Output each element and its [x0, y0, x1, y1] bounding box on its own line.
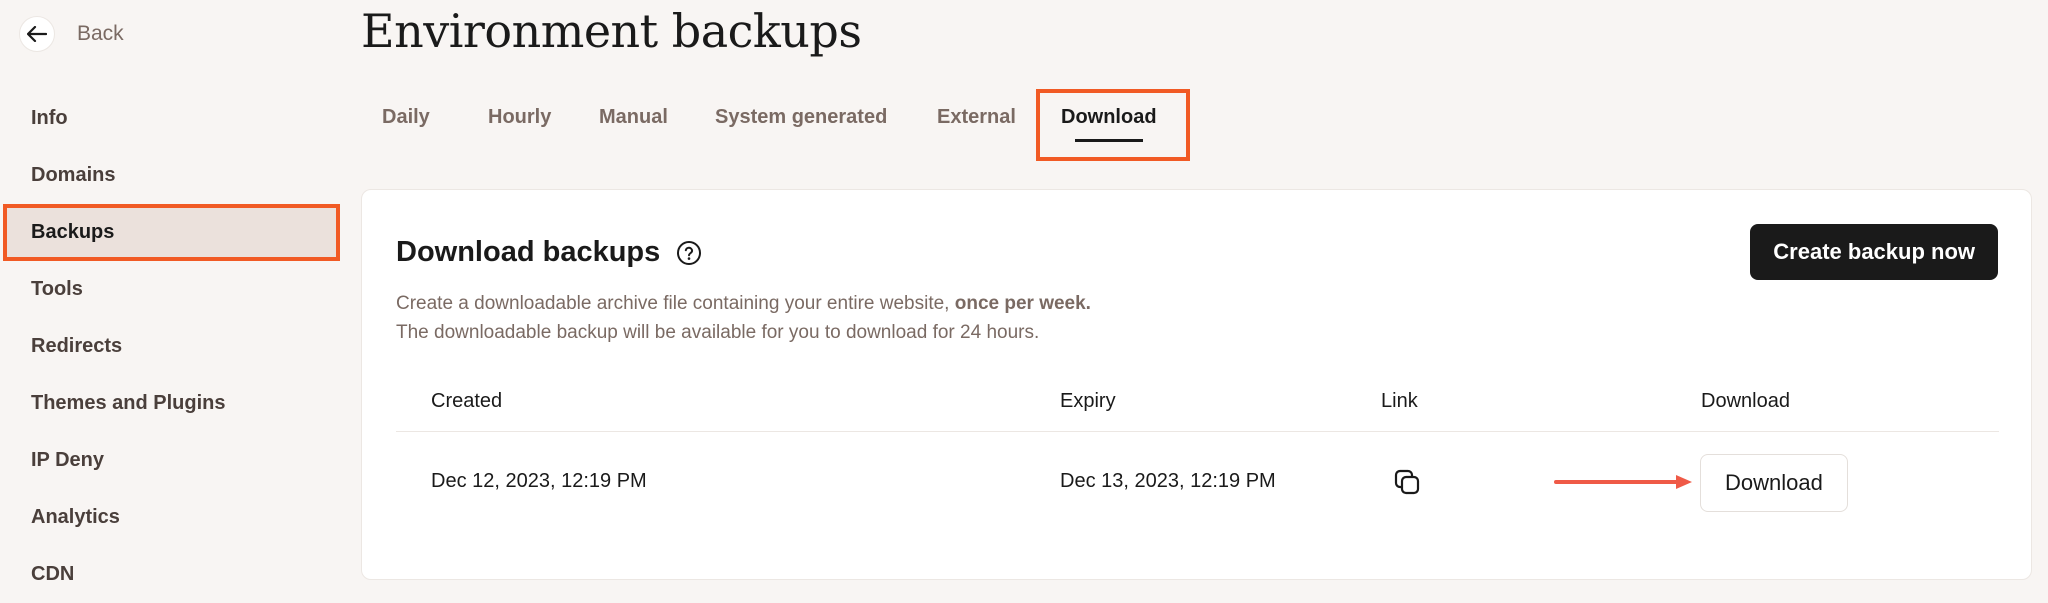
back-label: Back: [77, 22, 124, 45]
cell-created: Dec 12, 2023, 12:19 PM: [431, 470, 647, 492]
tab-hourly[interactable]: Hourly: [488, 89, 551, 161]
tab-system-generated[interactable]: System generated: [715, 89, 887, 161]
sidebar-item-domains[interactable]: Domains: [0, 147, 340, 204]
sidebar-item-info[interactable]: Info: [0, 90, 340, 147]
sidebar-item-tools[interactable]: Tools: [0, 261, 340, 318]
sidebar-item-themes-and-plugins[interactable]: Themes and Plugins: [0, 375, 340, 432]
card-title: Download backups: [396, 236, 702, 269]
column-header-created: Created: [431, 390, 503, 412]
sidebar-item-ip-deny[interactable]: IP Deny: [0, 432, 340, 489]
arrow-left-icon: [27, 26, 47, 42]
description-line-1-text: Create a downloadable archive file conta…: [396, 293, 950, 314]
card-title-text: Download backups: [396, 236, 661, 268]
arrow-right-icon: [1554, 472, 1694, 497]
tab-download[interactable]: Download: [1061, 89, 1157, 161]
download-button[interactable]: Download: [1700, 454, 1848, 512]
sidebar-item-backups[interactable]: Backups: [3, 204, 340, 261]
sidebar-item-redirects[interactable]: Redirects: [0, 318, 340, 375]
back-button[interactable]: [19, 16, 55, 52]
card-description: Create a downloadable archive file conta…: [396, 289, 1091, 347]
download-backups-card: Download backups Create a downloadable a…: [361, 189, 2032, 580]
cell-expiry: Dec 13, 2023, 12:19 PM: [1060, 470, 1276, 492]
sidebar-item-cdn[interactable]: CDN: [0, 546, 340, 603]
help-icon[interactable]: [676, 240, 702, 266]
copy-link-icon[interactable]: [1393, 468, 1421, 501]
back-link[interactable]: Back: [19, 16, 124, 52]
description-line-2: The downloadable backup will be availabl…: [396, 322, 1040, 343]
tab-external[interactable]: External: [937, 89, 1016, 161]
create-backup-now-button[interactable]: Create backup now: [1750, 224, 1998, 280]
backups-table: Created Expiry Link Download Dec 12, 202…: [396, 368, 1999, 534]
table-header: Created Expiry Link Download: [396, 368, 1999, 432]
column-header-expiry: Expiry: [1060, 390, 1116, 412]
column-header-download: Download: [1701, 390, 1790, 412]
tab-active-underline: [1075, 139, 1143, 142]
table-row: Dec 12, 2023, 12:19 PM Dec 13, 2023, 12:…: [396, 432, 1999, 534]
tab-daily[interactable]: Daily: [382, 89, 430, 161]
sidebar: Info Domains Backups Tools Redirects The…: [0, 90, 340, 603]
tab-manual[interactable]: Manual: [599, 89, 668, 161]
column-header-link: Link: [1381, 390, 1418, 412]
description-line-1: Create a downloadable archive file conta…: [396, 289, 1091, 318]
description-line-1-bold: once per week.: [954, 293, 1091, 314]
sidebar-item-analytics[interactable]: Analytics: [0, 489, 340, 546]
page-title: Environment backups: [361, 4, 862, 58]
